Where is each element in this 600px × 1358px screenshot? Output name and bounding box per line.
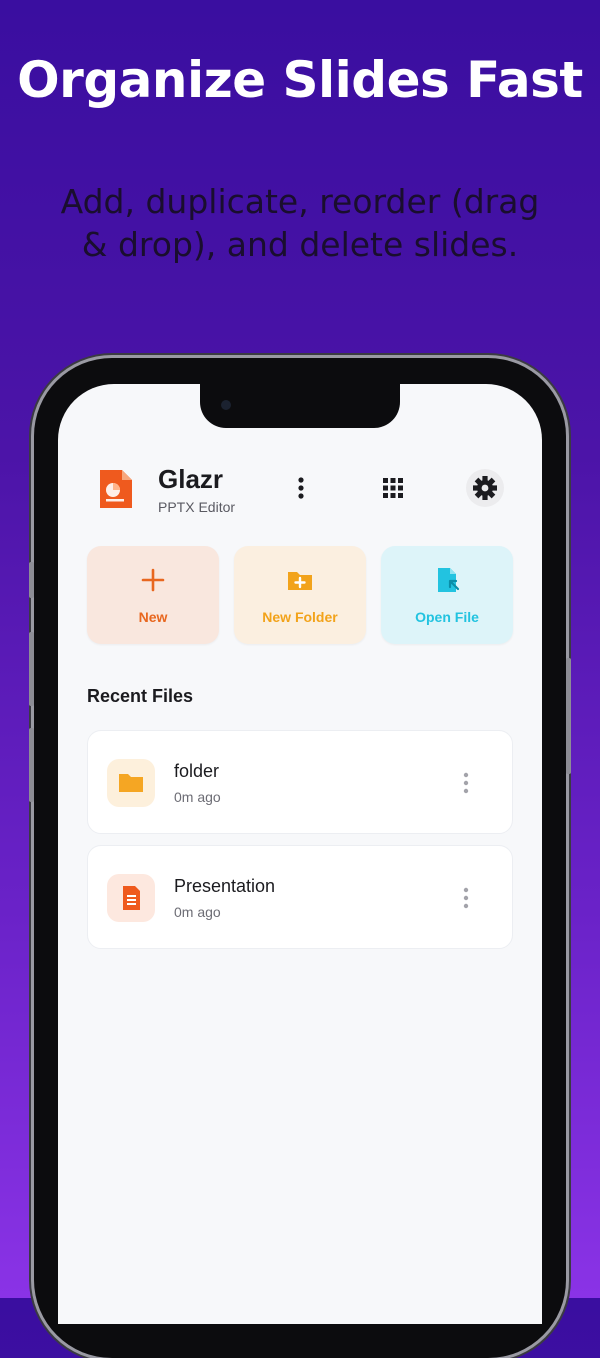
list-item[interactable]: folder 0m ago: [87, 730, 513, 834]
plus-icon: [139, 566, 167, 594]
item-time: 0m ago: [174, 789, 221, 805]
more-options-icon[interactable]: [458, 771, 474, 795]
volume-down-button: [29, 728, 34, 802]
list-item[interactable]: Presentation 0m ago: [87, 845, 513, 949]
app-subtitle: PPTX Editor: [158, 499, 236, 515]
app-title: Glazr: [158, 464, 224, 494]
item-time: 0m ago: [174, 904, 221, 920]
app-logo-icon: [98, 468, 134, 510]
new-button[interactable]: New: [87, 546, 219, 644]
recent-files-heading: Recent Files: [87, 686, 194, 706]
grid-icon[interactable]: [382, 477, 404, 499]
settings-button[interactable]: [466, 469, 504, 507]
gear-icon: [473, 476, 497, 500]
open-file-button-label: Open File: [415, 609, 479, 625]
kebab-menu-icon[interactable]: [290, 476, 312, 500]
camera: [221, 400, 231, 410]
subheadline: Add, duplicate, reorder (drag & drop), a…: [60, 182, 540, 264]
more-options-icon[interactable]: [458, 886, 474, 910]
mute-switch: [29, 562, 34, 598]
item-name: Presentation: [174, 876, 276, 896]
new-folder-button[interactable]: New Folder: [234, 546, 366, 644]
document-icon: [107, 874, 155, 922]
headline: Organize Slides Fast: [17, 51, 583, 109]
open-file-icon: [433, 566, 461, 594]
folder-icon: [107, 759, 155, 807]
item-name: folder: [174, 761, 220, 781]
folder-plus-icon: [286, 566, 314, 594]
open-file-button[interactable]: Open File: [381, 546, 513, 644]
power-button: [566, 658, 571, 774]
new-folder-button-label: New Folder: [262, 609, 338, 625]
volume-up-button: [29, 632, 34, 706]
new-button-label: New: [138, 609, 168, 625]
